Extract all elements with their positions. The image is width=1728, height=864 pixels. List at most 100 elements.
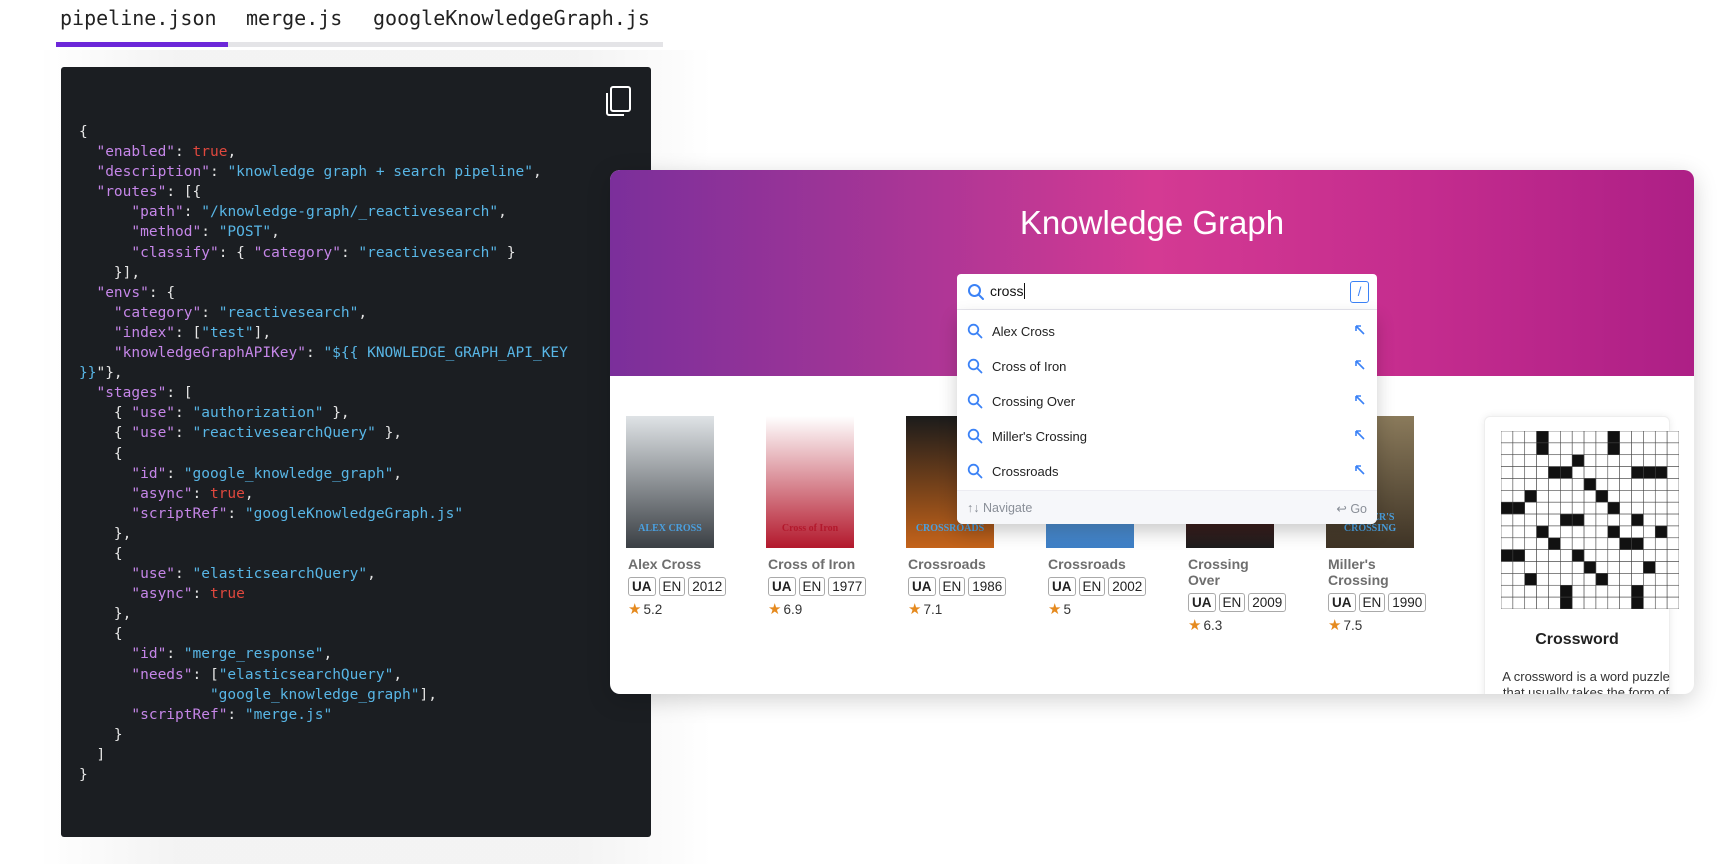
knowledge-graph-demo: Knowledge Graph cross / ↑↓ Navigate ↩ Go… — [610, 170, 1694, 694]
copy-icon[interactable] — [603, 85, 633, 117]
code-line: "async": true, — [131, 485, 254, 502]
search-icon — [967, 358, 983, 374]
code-line: "routes": [{ — [96, 184, 202, 201]
suggestion-item[interactable]: Alex Cross — [957, 314, 1377, 349]
language-badge: EN — [938, 577, 966, 596]
year-badge: 1977 — [828, 577, 867, 596]
movie-rating: ★ 6.9 — [768, 601, 803, 618]
year-badge: 1986 — [968, 577, 1007, 596]
year-badge: 2009 — [1248, 593, 1287, 612]
star-icon: ★ — [628, 601, 642, 618]
arrow-up-left-icon[interactable] — [1353, 323, 1367, 337]
language-badge: UA — [1188, 593, 1216, 612]
search-icon — [967, 393, 983, 409]
star-icon: ★ — [768, 601, 782, 618]
code-line: "id": "google_knowledge_graph", — [131, 465, 403, 482]
code-line: "path": "/knowledge-graph/_reactivesearc… — [131, 204, 507, 221]
star-icon: ★ — [1188, 617, 1202, 634]
suggestion-label: Miller's Crossing — [992, 429, 1087, 444]
tab-merge-js[interactable]: merge.js — [246, 6, 342, 30]
movie-rating: ★ 7.1 — [908, 601, 943, 618]
crossword-image — [1501, 431, 1679, 609]
tab-pipeline-json[interactable]: pipeline.json — [60, 6, 217, 30]
code-line: "scriptRef": "googleKnowledgeGraph.js" — [131, 505, 464, 522]
movie-title: Alex Cross — [628, 556, 702, 572]
movie-badges: UA EN 1986 — [908, 577, 1010, 596]
arrow-up-left-icon[interactable] — [1353, 393, 1367, 407]
language-badge: UA — [1328, 593, 1356, 612]
search-input[interactable]: cross / — [957, 274, 1377, 310]
code-line: }, — [79, 606, 132, 623]
poster-text: CROSSROADS — [915, 523, 985, 534]
movie-card[interactable]: ALEX CROSS Alex Cross UA EN 2012 ★ 5.2 — [610, 416, 730, 618]
code-line: { — [79, 545, 123, 562]
movie-poster: ALEX CROSS — [626, 416, 714, 548]
language-badge: UA — [1048, 577, 1076, 596]
search-icon — [967, 428, 983, 444]
code-line: "stages": [ — [96, 385, 193, 402]
suggestion-item[interactable]: Crossing Over — [957, 384, 1377, 419]
movie-title: Crossing Over — [1188, 556, 1249, 588]
suggestions-dropdown: ↑↓ Navigate ↩ Go Alex Cross Cross of Iron… — [957, 310, 1377, 524]
arrow-up-left-icon[interactable] — [1353, 463, 1367, 477]
movie-rating: ★ 5 — [1048, 601, 1071, 618]
star-icon: ★ — [908, 601, 922, 618]
code-line: { — [79, 626, 123, 643]
movie-title: Crossroads — [1048, 556, 1126, 572]
code-line: { "use": "authorization" }, — [79, 405, 350, 422]
search-value: cross — [990, 283, 1026, 299]
code-line: "enabled": true, — [96, 144, 237, 161]
go-hint: ↩ Go — [1336, 502, 1367, 516]
language-badge: EN — [798, 577, 826, 596]
code-line: "async": true — [131, 586, 245, 603]
knowledge-card-description: A crossword is a word puzzle that usuall… — [1502, 669, 1670, 694]
code-panel: { "enabled": true, "description": "knowl… — [61, 67, 651, 837]
suggestion-label: Alex Cross — [992, 324, 1055, 339]
suggestion-label: Crossroads — [992, 464, 1059, 479]
suggestion-label: Cross of Iron — [992, 359, 1067, 374]
arrow-up-left-icon[interactable] — [1353, 358, 1367, 372]
demo-title: Knowledge Graph — [1019, 204, 1285, 241]
star-icon: ★ — [1328, 617, 1342, 634]
star-icon: ★ — [1048, 601, 1062, 618]
code-line: }, — [79, 525, 132, 542]
slash-shortcut-key: / — [1350, 281, 1369, 303]
code-line: "needs": ["elasticsearchQuery", — [131, 666, 403, 683]
navigate-hint: ↑↓ Navigate — [967, 501, 1033, 515]
code-line: }}"}, — [79, 365, 123, 382]
language-badge: UA — [908, 577, 936, 596]
code-line: "classify": { "category": "reactivesearc… — [131, 244, 516, 261]
code-line: "description": "knowledge graph + search… — [96, 164, 542, 181]
movie-badges: UA EN 2009 — [1188, 593, 1290, 612]
language-badge: EN — [1078, 577, 1106, 596]
year-badge: 2012 — [688, 577, 727, 596]
code-line: ] — [79, 746, 106, 763]
knowledge-card-title: Crossword — [1535, 631, 1619, 648]
movie-badges: UA EN 2012 — [628, 577, 730, 596]
code-line: } — [79, 726, 123, 743]
knowledge-card[interactable]: Crossword A crossword is a word puzzle t… — [1484, 416, 1679, 694]
code-line: "envs": { — [96, 284, 176, 301]
movie-card[interactable]: Cross of Iron Cross of Iron UA EN 1977 ★ 6.9 — [750, 416, 870, 618]
code-line: "knowledgeGraphAPIKey": "${{ KNOWLEDGE_G… — [113, 345, 568, 362]
movie-badges: UA EN 1990 — [1328, 593, 1430, 612]
suggestion-item[interactable]: Crossroads — [957, 454, 1377, 489]
movie-title: Cross of Iron — [768, 556, 856, 572]
arrow-up-left-icon[interactable] — [1353, 428, 1367, 442]
movie-poster: Cross of Iron — [766, 416, 854, 548]
tab-google-knowledge-graph-js[interactable]: googleKnowledgeGraph.js — [373, 6, 650, 30]
suggestion-item[interactable]: Cross of Iron — [957, 349, 1377, 384]
code-line: }], — [79, 264, 141, 281]
language-badge: UA — [768, 577, 796, 596]
language-badge: EN — [1358, 593, 1386, 612]
language-badge: UA — [628, 577, 656, 596]
movie-rating: ★ 5.2 — [628, 601, 663, 618]
code-block: { "enabled": true, "description": "knowl… — [79, 122, 568, 785]
active-tab-indicator — [56, 42, 228, 47]
movie-rating: ★ 7.5 — [1328, 617, 1363, 634]
movie-badges: UA EN 1977 — [768, 577, 870, 596]
suggestion-item[interactable]: Miller's Crossing — [957, 419, 1377, 454]
search-icon — [967, 323, 983, 339]
year-badge: 1990 — [1388, 593, 1427, 612]
code-line: "google_knowledge_graph"], — [209, 686, 437, 703]
